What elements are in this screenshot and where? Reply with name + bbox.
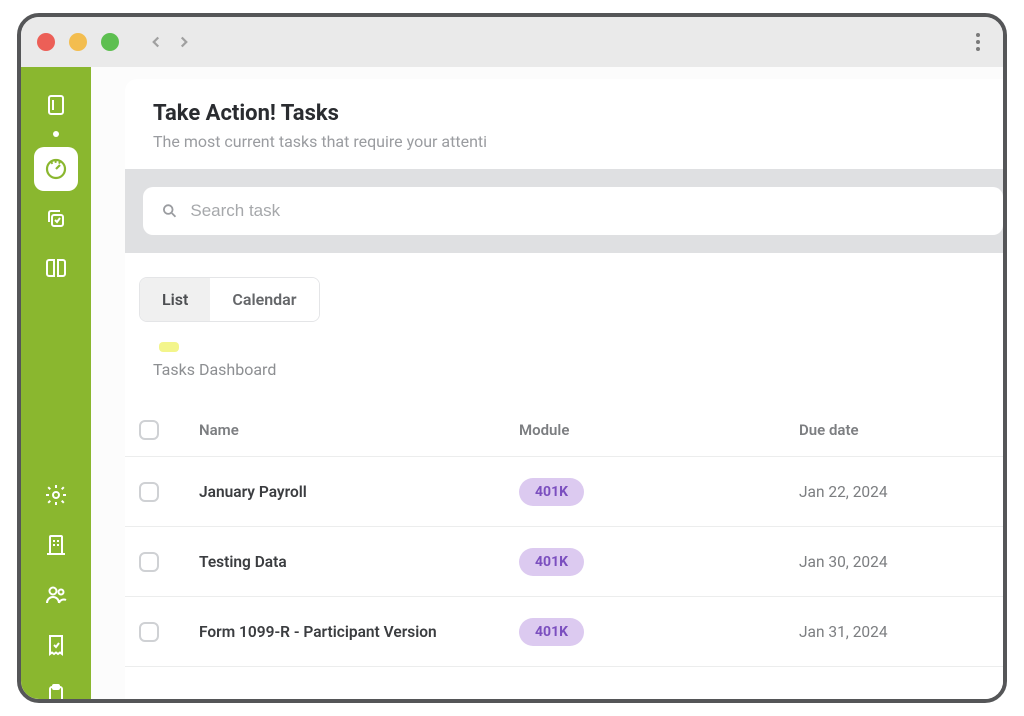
titlebar xyxy=(21,17,1003,67)
view-tabs: List Calendar xyxy=(139,277,320,322)
module-badge: 401K xyxy=(519,548,584,576)
search-bar-container xyxy=(125,169,1003,253)
module-badge: 401K xyxy=(519,618,584,646)
row-checkbox[interactable] xyxy=(139,482,159,502)
col-due: Due date xyxy=(799,421,989,439)
menu-button[interactable] xyxy=(969,33,987,51)
table-header: Name Module Due date xyxy=(125,403,1003,457)
building-icon xyxy=(44,533,68,557)
search-input[interactable] xyxy=(190,201,985,221)
users-icon xyxy=(44,583,68,607)
sidebar-item-docs[interactable] xyxy=(34,247,78,291)
table-row[interactable]: January Payroll 401K Jan 22, 2024 xyxy=(125,457,1003,527)
maximize-window-button[interactable] xyxy=(101,33,119,51)
nav-arrows xyxy=(147,33,193,51)
sidebar-item-receipt[interactable] xyxy=(34,623,78,667)
sidebar xyxy=(21,67,91,699)
book-icon xyxy=(44,93,68,117)
back-icon[interactable] xyxy=(147,33,165,51)
minimize-window-button[interactable] xyxy=(69,33,87,51)
tab-list[interactable]: List xyxy=(140,278,210,321)
body: Take Action! Tasks The most current task… xyxy=(21,67,1003,699)
sidebar-item-copy[interactable] xyxy=(34,197,78,241)
app-window: Take Action! Tasks The most current task… xyxy=(17,13,1007,703)
table-row[interactable]: Testing Data 401K Jan 30, 2024 xyxy=(125,527,1003,597)
task-due: Jan 31, 2024 xyxy=(799,623,989,641)
task-due: Jan 22, 2024 xyxy=(799,483,989,501)
module-badge: 401K xyxy=(519,478,584,506)
gauge-icon xyxy=(44,157,68,181)
search-box[interactable] xyxy=(143,187,1003,235)
col-name: Name xyxy=(199,421,519,439)
sidebar-item-building[interactable] xyxy=(34,523,78,567)
sidebar-item-dashboard[interactable] xyxy=(34,147,78,191)
sidebar-item-settings[interactable] xyxy=(34,473,78,517)
sidebar-item-users[interactable] xyxy=(34,573,78,617)
sidebar-active-indicator xyxy=(53,131,59,137)
sidebar-item-book[interactable] xyxy=(34,83,78,127)
close-window-button[interactable] xyxy=(37,33,55,51)
forward-icon[interactable] xyxy=(175,33,193,51)
task-due: Jan 30, 2024 xyxy=(799,553,989,571)
clipboard-icon xyxy=(44,683,68,699)
dashboard-label: Tasks Dashboard xyxy=(153,360,1003,379)
receipt-icon xyxy=(44,633,68,657)
task-name: Testing Data xyxy=(199,553,519,571)
page-subtitle: The most current tasks that require your… xyxy=(153,132,1003,151)
search-icon xyxy=(161,202,178,220)
tab-calendar[interactable]: Calendar xyxy=(210,278,318,321)
highlight-mark xyxy=(159,342,179,352)
open-book-icon xyxy=(44,257,68,281)
tasks-card: Take Action! Tasks The most current task… xyxy=(125,79,1003,699)
page-title: Take Action! Tasks xyxy=(153,101,1003,126)
card-header: Take Action! Tasks The most current task… xyxy=(125,79,1003,169)
task-name: January Payroll xyxy=(199,483,519,501)
col-module: Module xyxy=(519,421,799,439)
tasks-table: Name Module Due date January Payroll 401… xyxy=(125,403,1003,667)
copy-icon xyxy=(44,207,68,231)
row-checkbox[interactable] xyxy=(139,622,159,642)
select-all-checkbox[interactable] xyxy=(139,420,159,440)
settings-icon xyxy=(44,483,68,507)
sidebar-item-clipboard[interactable] xyxy=(34,673,78,699)
table-row[interactable]: Form 1099-R - Participant Version 401K J… xyxy=(125,597,1003,667)
task-name: Form 1099-R - Participant Version xyxy=(199,623,519,641)
row-checkbox[interactable] xyxy=(139,552,159,572)
main-content: Take Action! Tasks The most current task… xyxy=(91,67,1003,699)
